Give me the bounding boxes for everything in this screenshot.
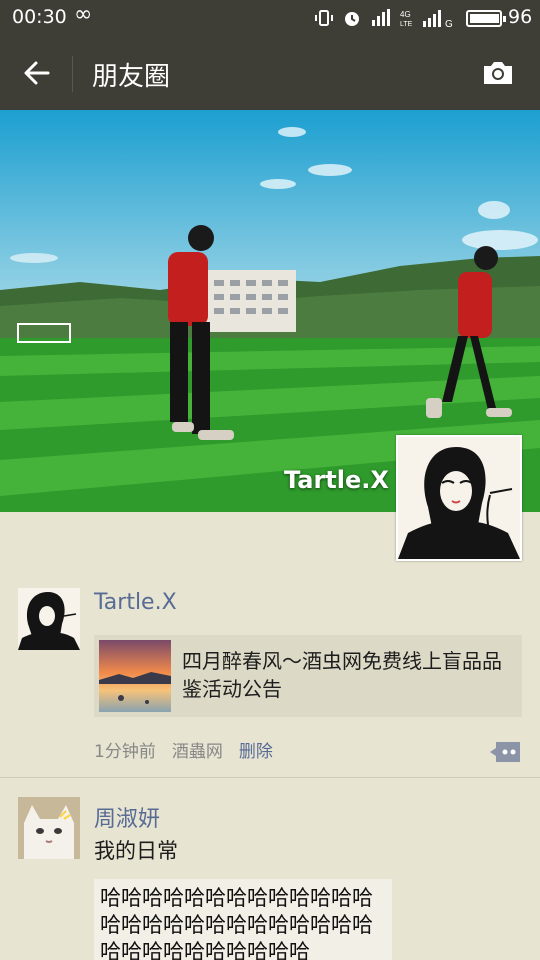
link-title: 四月醉春风～酒虫网免费线上盲品品鉴活动公告 bbox=[182, 649, 502, 701]
moment-post: Tartle.X 四月醉春风～酒虫网免费线上盲品品鉴活动公告 1分钟前 酒蟲网 … bbox=[0, 580, 540, 778]
avatar[interactable] bbox=[18, 588, 80, 650]
lte-icon: 4G LTE bbox=[400, 10, 413, 28]
infinity-icon: ∞ bbox=[74, 2, 93, 27]
svg-text:4G: 4G bbox=[400, 10, 411, 19]
post-time: 1分钟前 bbox=[94, 742, 156, 762]
post-meta: 1分钟前 酒蟲网 删除 bbox=[94, 737, 273, 762]
post-text: 我的日常 bbox=[94, 839, 178, 863]
comment-icon[interactable] bbox=[490, 740, 522, 764]
svg-text:G: G bbox=[445, 19, 453, 28]
camera-icon[interactable] bbox=[480, 58, 516, 88]
delete-button[interactable]: 删除 bbox=[239, 737, 273, 762]
post-image[interactable]: 哈哈哈哈哈哈哈哈哈哈哈哈哈哈哈哈哈哈哈哈哈哈哈哈哈哈哈哈哈哈哈哈哈哈哈哈 bbox=[94, 879, 392, 960]
svg-text:LTE: LTE bbox=[400, 21, 413, 28]
system-icons: 4G LTE G bbox=[314, 8, 458, 28]
link-card[interactable]: 四月醉春风～酒虫网免费线上盲品品鉴活动公告 bbox=[94, 635, 522, 717]
signal-bars-icon: G bbox=[423, 10, 453, 28]
post-source[interactable]: 酒蟲网 bbox=[172, 737, 223, 762]
status-time: 00:30 bbox=[12, 6, 67, 28]
nav-divider bbox=[72, 56, 73, 92]
battery-percent: 96 bbox=[508, 6, 533, 28]
post-username[interactable]: 周淑妍 bbox=[94, 801, 160, 833]
arrow-left-icon[interactable] bbox=[22, 58, 52, 88]
nav-bar: 朋友圈 bbox=[0, 38, 540, 110]
cover-username: Tartle.X bbox=[284, 466, 389, 494]
battery-icon bbox=[466, 10, 506, 27]
vibrate-icon bbox=[315, 10, 333, 26]
avatar[interactable] bbox=[18, 797, 80, 859]
page-title: 朋友圈 bbox=[92, 62, 171, 92]
profile-avatar[interactable] bbox=[396, 435, 522, 561]
link-thumbnail bbox=[99, 640, 171, 712]
alarm-icon bbox=[345, 12, 359, 26]
signal-arrows-icon bbox=[372, 9, 390, 26]
moment-post: 周淑妍 我的日常 哈哈哈哈哈哈哈哈哈哈哈哈哈哈哈哈哈哈哈哈哈哈哈哈哈哈哈哈哈哈哈… bbox=[0, 779, 540, 960]
post-username[interactable]: Tartle.X bbox=[94, 590, 177, 615]
status-bar: 00:30 ∞ 4G LTE G 96 bbox=[0, 0, 540, 38]
